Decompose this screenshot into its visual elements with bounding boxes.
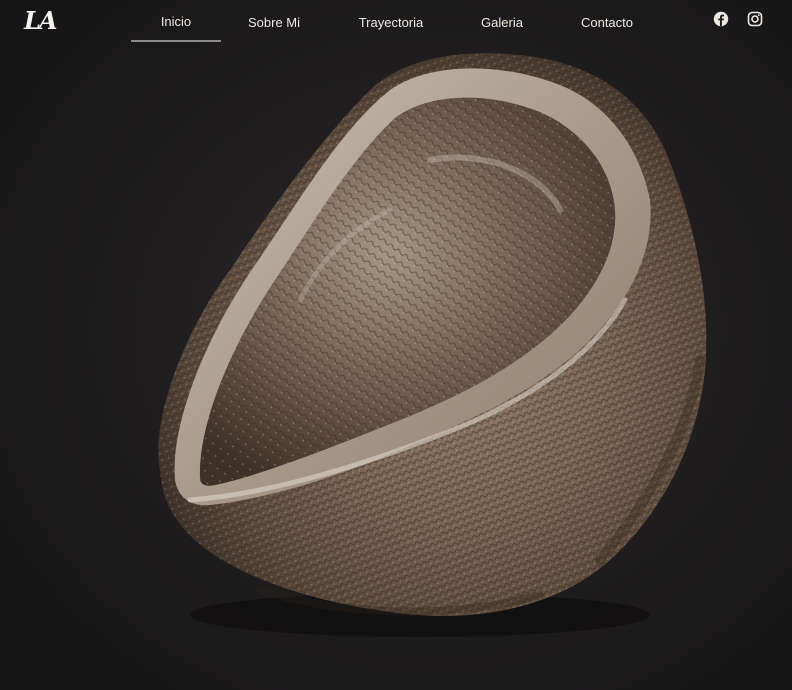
instagram-icon[interactable] [747, 11, 763, 27]
site-logo[interactable]: LA [24, 6, 57, 35]
hero-section [0, 0, 792, 690]
facebook-icon[interactable] [713, 11, 729, 27]
nav-item-inicio[interactable]: Inicio [131, 14, 221, 42]
top-navigation-bar: LA Inicio Sobre Mi Trayectoria Galeria C… [0, 0, 792, 46]
nav-item-contacto[interactable]: Contacto [570, 15, 644, 41]
nav-item-galeria[interactable]: Galeria [470, 15, 534, 41]
nav-item-sobre-mi[interactable]: Sobre Mi [238, 15, 310, 41]
ceramic-sculpture-image [158, 53, 707, 637]
nav-item-trayectoria[interactable]: Trayectoria [348, 15, 434, 41]
